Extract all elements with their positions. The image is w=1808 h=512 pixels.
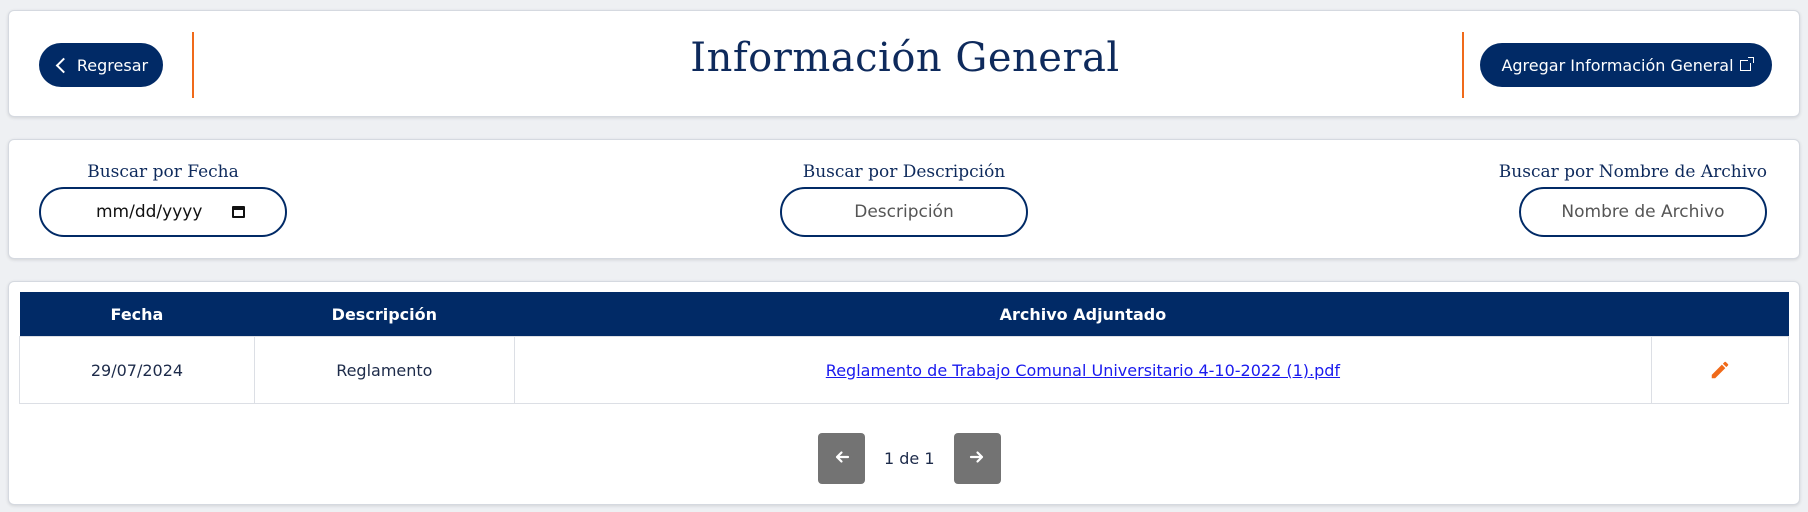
- cell-fecha: 29/07/2024: [19, 336, 255, 404]
- date-input-placeholder: mm/dd/yyyy: [96, 202, 203, 222]
- table-header-row: Fecha Descripción Archivo Adjuntado: [19, 292, 1789, 337]
- add-note-icon: [1739, 56, 1754, 71]
- column-header-fecha: Fecha: [19, 292, 255, 337]
- column-header-archivo: Archivo Adjuntado: [514, 292, 1652, 337]
- divider-right: [1462, 32, 1464, 98]
- info-table: Fecha Descripción Archivo Adjuntado 29/0…: [19, 292, 1789, 404]
- cell-archivo: Reglamento de Trabajo Comunal Universita…: [513, 336, 1653, 404]
- description-input[interactable]: Descripción: [780, 187, 1028, 237]
- file-link[interactable]: Reglamento de Trabajo Comunal Universita…: [826, 361, 1340, 380]
- table-card: Fecha Descripción Archivo Adjuntado 29/0…: [8, 281, 1800, 505]
- page-info: 1 de 1: [884, 449, 935, 468]
- description-filter-label: Buscar por Descripción: [802, 162, 1006, 182]
- arrow-right-icon: [968, 448, 986, 469]
- column-header-descripcion: Descripción: [254, 292, 515, 337]
- filename-input[interactable]: Nombre de Archivo: [1519, 187, 1767, 237]
- column-header-actions: [1651, 292, 1789, 337]
- filename-filter-label: Buscar por Nombre de Archivo: [1498, 162, 1767, 182]
- add-button-label: Agregar Información General: [1501, 55, 1734, 75]
- pagination: 1 de 1: [818, 433, 1001, 484]
- description-input-placeholder: Descripción: [854, 202, 954, 222]
- arrow-left-icon: [833, 448, 851, 469]
- next-page-button[interactable]: [953, 433, 1001, 484]
- filter-card: Buscar por Fecha mm/dd/yyyy Buscar por D…: [8, 139, 1800, 259]
- description-filter: Buscar por Descripción Descripción: [780, 162, 1028, 237]
- date-filter-label: Buscar por Fecha: [87, 162, 239, 182]
- table-row: 29/07/2024 Reglamento Reglamento de Trab…: [19, 336, 1789, 404]
- prev-page-button[interactable]: [818, 433, 865, 484]
- cell-descripcion: Reglamento: [253, 336, 515, 404]
- cell-actions: [1651, 336, 1789, 404]
- calendar-icon[interactable]: [232, 206, 246, 218]
- filename-input-placeholder: Nombre de Archivo: [1561, 202, 1725, 222]
- add-general-info-button[interactable]: Agregar Información General: [1480, 43, 1772, 87]
- header-card: Regresar Información General Agregar Inf…: [8, 10, 1800, 117]
- pencil-icon[interactable]: [1709, 359, 1731, 381]
- filename-filter: Buscar por Nombre de Archivo Nombre de A…: [1467, 162, 1767, 237]
- date-filter: Buscar por Fecha mm/dd/yyyy: [39, 162, 287, 237]
- date-input[interactable]: mm/dd/yyyy: [39, 187, 287, 237]
